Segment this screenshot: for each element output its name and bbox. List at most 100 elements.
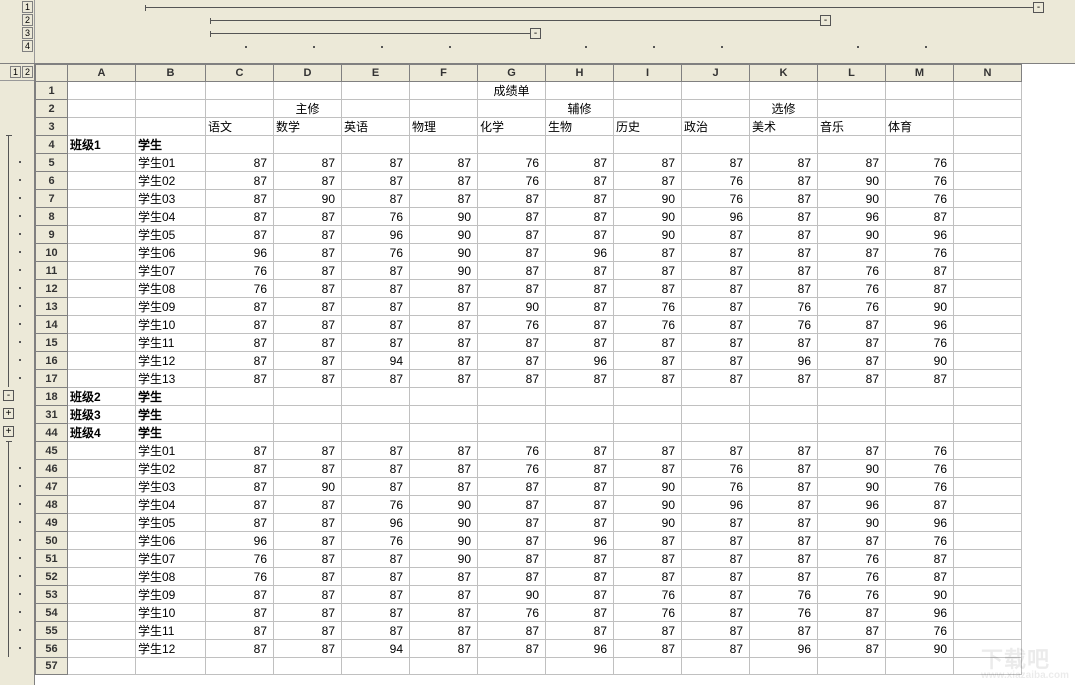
cell[interactable]: 87 xyxy=(478,370,546,388)
cell[interactable] xyxy=(410,406,478,424)
cell[interactable]: 87 xyxy=(206,478,274,496)
cell[interactable] xyxy=(546,136,614,154)
cell[interactable]: 87 xyxy=(274,226,342,244)
cell[interactable] xyxy=(274,82,342,100)
cell[interactable] xyxy=(68,208,136,226)
row-header[interactable]: 47 xyxy=(36,478,68,496)
cell[interactable]: 87 xyxy=(410,604,478,622)
cell[interactable]: 96 xyxy=(750,352,818,370)
cell[interactable]: 学生13 xyxy=(136,370,206,388)
cell[interactable]: 87 xyxy=(478,262,546,280)
cell[interactable]: 76 xyxy=(478,442,546,460)
cell[interactable]: 87 xyxy=(546,460,614,478)
row-header[interactable]: 44 xyxy=(36,424,68,442)
cell[interactable] xyxy=(886,424,954,442)
cell[interactable]: 学生09 xyxy=(136,586,206,604)
cell[interactable]: 76 xyxy=(886,172,954,190)
cell[interactable]: 96 xyxy=(886,226,954,244)
cell[interactable] xyxy=(682,100,750,118)
column-header[interactable]: A xyxy=(68,65,136,82)
cell[interactable]: 76 xyxy=(206,568,274,586)
row-header[interactable]: 52 xyxy=(36,568,68,586)
cell[interactable]: 87 xyxy=(478,244,546,262)
cell[interactable]: 87 xyxy=(206,226,274,244)
cell[interactable] xyxy=(274,388,342,406)
cell[interactable]: 87 xyxy=(886,550,954,568)
cell[interactable]: 87 xyxy=(682,442,750,460)
cell[interactable]: 90 xyxy=(614,190,682,208)
cell[interactable]: 90 xyxy=(818,226,886,244)
column-header[interactable]: G xyxy=(478,65,546,82)
cell[interactable] xyxy=(68,100,136,118)
cell[interactable] xyxy=(818,406,886,424)
cell[interactable]: 87 xyxy=(206,622,274,640)
cell[interactable]: 90 xyxy=(614,226,682,244)
cell[interactable]: 87 xyxy=(274,550,342,568)
cell[interactable]: 学生 xyxy=(136,406,206,424)
column-header[interactable]: D xyxy=(274,65,342,82)
row-header[interactable]: 51 xyxy=(36,550,68,568)
cell[interactable] xyxy=(818,658,886,675)
cell[interactable] xyxy=(68,226,136,244)
row-header[interactable]: 13 xyxy=(36,298,68,316)
cell[interactable]: 87 xyxy=(274,208,342,226)
cell[interactable] xyxy=(954,82,1022,100)
cell[interactable]: 87 xyxy=(818,352,886,370)
cell[interactable] xyxy=(68,496,136,514)
cell[interactable] xyxy=(68,172,136,190)
cell[interactable]: 87 xyxy=(682,352,750,370)
cell[interactable] xyxy=(410,424,478,442)
cell[interactable] xyxy=(954,388,1022,406)
cell[interactable]: 87 xyxy=(818,640,886,658)
cell[interactable]: 学生02 xyxy=(136,172,206,190)
cell[interactable]: 87 xyxy=(750,442,818,460)
cell[interactable]: 76 xyxy=(682,190,750,208)
cell[interactable] xyxy=(750,658,818,675)
cell[interactable]: 87 xyxy=(750,334,818,352)
cell[interactable]: 学生06 xyxy=(136,532,206,550)
cell[interactable] xyxy=(886,406,954,424)
cell[interactable]: 87 xyxy=(682,244,750,262)
cell[interactable]: 87 xyxy=(682,586,750,604)
cell[interactable]: 政治 xyxy=(682,118,750,136)
cell[interactable]: 87 xyxy=(478,514,546,532)
cell[interactable]: 87 xyxy=(750,622,818,640)
cell[interactable] xyxy=(546,658,614,675)
cell[interactable]: 90 xyxy=(478,586,546,604)
cell[interactable] xyxy=(136,82,206,100)
cell[interactable]: 87 xyxy=(410,586,478,604)
row-header[interactable]: 45 xyxy=(36,442,68,460)
cell[interactable]: 90 xyxy=(886,640,954,658)
cell[interactable]: 90 xyxy=(410,208,478,226)
cell[interactable]: 学生09 xyxy=(136,298,206,316)
cell[interactable] xyxy=(750,136,818,154)
column-header[interactable]: H xyxy=(546,65,614,82)
row-header[interactable]: 4 xyxy=(36,136,68,154)
cell[interactable]: 76 xyxy=(342,208,410,226)
cell[interactable]: 历史 xyxy=(614,118,682,136)
cell[interactable]: 87 xyxy=(886,568,954,586)
cell[interactable]: 87 xyxy=(478,532,546,550)
col-level-1[interactable]: 1 xyxy=(22,1,33,13)
cell[interactable] xyxy=(68,334,136,352)
cell[interactable]: 76 xyxy=(886,442,954,460)
row-header[interactable]: 5 xyxy=(36,154,68,172)
cell[interactable] xyxy=(954,586,1022,604)
cell[interactable]: 87 xyxy=(410,190,478,208)
cell[interactable] xyxy=(342,388,410,406)
cell[interactable]: 87 xyxy=(886,280,954,298)
cell[interactable]: 96 xyxy=(818,208,886,226)
cell[interactable]: 学生08 xyxy=(136,280,206,298)
col-level-4[interactable]: 4 xyxy=(22,40,33,52)
cell[interactable]: 87 xyxy=(342,604,410,622)
cell[interactable]: 学生03 xyxy=(136,190,206,208)
cell[interactable]: 87 xyxy=(342,262,410,280)
spreadsheet-grid[interactable]: ABCDEFGHIJKLMN1成绩单2主修辅修选修3语文数学英语物理化学生物历史… xyxy=(35,64,1022,675)
column-header[interactable]: L xyxy=(818,65,886,82)
cell[interactable] xyxy=(478,388,546,406)
column-header[interactable]: K xyxy=(750,65,818,82)
cell[interactable]: 87 xyxy=(410,280,478,298)
cell[interactable]: 学生11 xyxy=(136,622,206,640)
row-outline-expand[interactable]: + xyxy=(3,408,14,419)
cell[interactable]: 87 xyxy=(818,604,886,622)
